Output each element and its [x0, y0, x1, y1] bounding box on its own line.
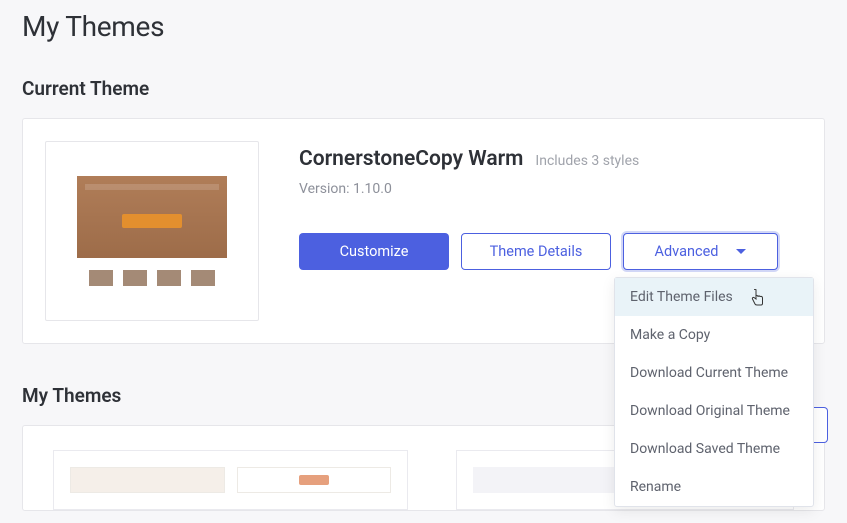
menu-item-make-a-copy[interactable]: Make a Copy: [615, 316, 813, 354]
thumbnail-row: [89, 270, 215, 286]
current-theme-heading: Current Theme: [22, 77, 825, 100]
theme-info: CornerstoneCopy Warm Includes 3 styles V…: [299, 141, 802, 270]
theme-details-button[interactable]: Theme Details: [461, 233, 611, 270]
theme-thumbnail: [45, 141, 259, 321]
theme-card[interactable]: [53, 450, 408, 510]
theme-version: Version: 1.10.0: [299, 181, 802, 197]
menu-item-download-original-theme[interactable]: Download Original Theme: [615, 392, 813, 430]
theme-card-preview: [237, 467, 392, 493]
thumbnail-hero-button: [122, 214, 182, 228]
menu-item-rename[interactable]: Rename: [615, 468, 813, 506]
advanced-button-label: Advanced: [655, 243, 719, 260]
cursor-pointer-icon: [750, 289, 765, 310]
menu-item-edit-theme-files[interactable]: Edit Theme Files: [615, 278, 813, 316]
theme-styles-count: Includes 3 styles: [535, 153, 639, 169]
menu-item-download-saved-theme[interactable]: Download Saved Theme: [615, 430, 813, 468]
customize-button[interactable]: Customize: [299, 233, 449, 270]
page-title: My Themes: [22, 10, 825, 43]
chevron-down-icon: [736, 249, 746, 254]
thumbnail-hero: [77, 176, 227, 258]
advanced-dropdown: Edit Theme Files Make a Copy Download Cu…: [614, 277, 814, 507]
advanced-button[interactable]: Advanced: [623, 233, 778, 270]
menu-item-download-current-theme[interactable]: Download Current Theme: [615, 354, 813, 392]
theme-name: CornerstoneCopy Warm: [299, 147, 523, 171]
menu-item-label: Edit Theme Files: [630, 289, 733, 305]
theme-actions-row: Customize Theme Details Advanced: [299, 233, 802, 270]
theme-card-preview: [70, 467, 225, 493]
upload-theme-button-edge[interactable]: [814, 407, 828, 443]
